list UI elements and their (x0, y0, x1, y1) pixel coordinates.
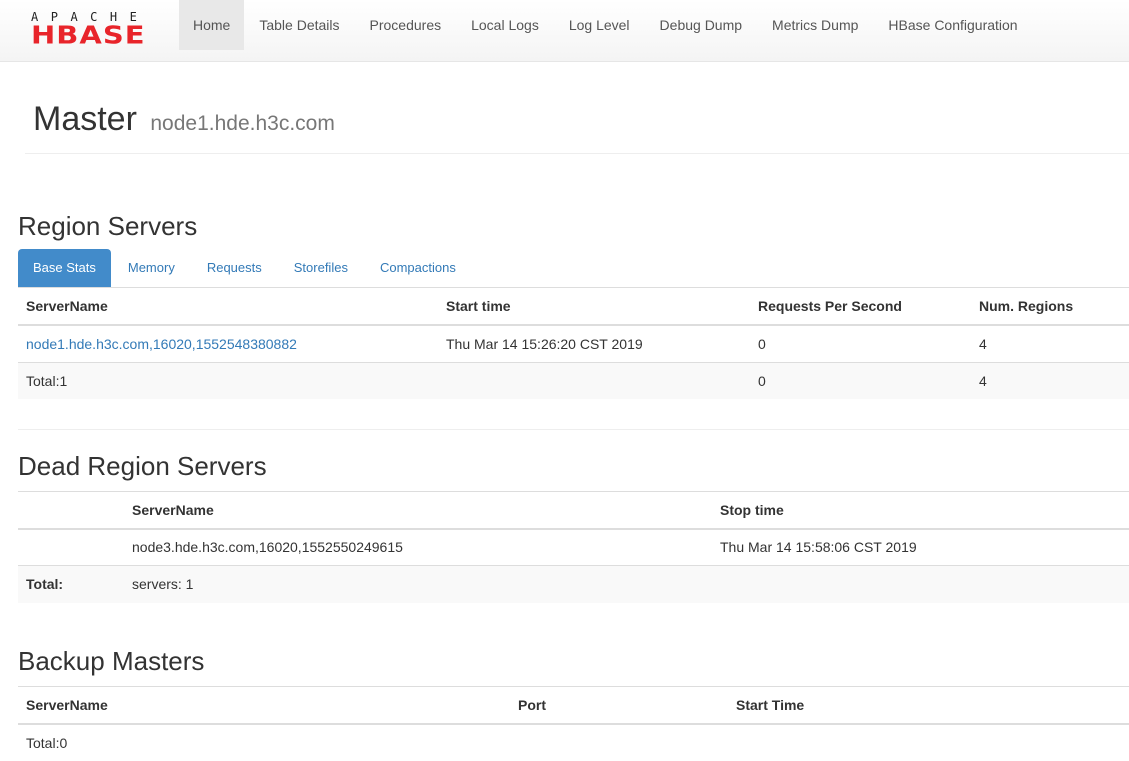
page-title: Master node1.hde.h3c.com (33, 99, 335, 144)
nav-local-logs[interactable]: Local Logs (456, 0, 554, 50)
region-servers-heading: Region Servers (18, 211, 198, 241)
nav-procedures[interactable]: Procedures (355, 0, 457, 50)
total-label: Total:0 (26, 734, 68, 751)
tab-requests[interactable]: Requests (192, 249, 277, 287)
server-cell: node1.hde.h3c.com,16020,1552548380882 (18, 324, 438, 362)
logo-hbase-text: HBASE (31, 20, 146, 50)
nav-table-details[interactable]: Table Details (244, 0, 354, 50)
tab-memory[interactable]: Memory (113, 249, 190, 287)
col-stop-time: Stop time (712, 491, 1129, 530)
col-servername: ServerName (18, 686, 510, 725)
master-hostname: node1.hde.h3c.com (150, 112, 335, 135)
table-row: node3.hde.h3c.com,16020,1552550249615 Th… (18, 528, 1129, 566)
blank-cell (728, 724, 1129, 761)
col-num-regions: Num. Regions (971, 288, 1129, 326)
total-servers: servers: 1 (124, 565, 712, 603)
backup-masters-heading: Backup Masters (18, 646, 205, 676)
stop-time-cell: Thu Mar 14 15:58:06 CST 2019 (712, 528, 1129, 566)
tab-compactions[interactable]: Compactions (365, 249, 471, 287)
total-label: Total: (18, 565, 124, 603)
server-link[interactable]: node1.hde.h3c.com,16020,1552548380882 (26, 336, 297, 352)
col-servername: ServerName (18, 288, 438, 326)
regions-cell: 4 (971, 324, 1129, 362)
main-nav: Home Table Details Procedures Local Logs… (179, 0, 1033, 52)
col-requests-per-second: Requests Per Second (750, 288, 971, 326)
table-header-row: ServerName Start time Requests Per Secon… (18, 288, 1129, 326)
total-rps: 0 (750, 361, 971, 399)
section-divider (18, 429, 1129, 430)
table-row: node1.hde.h3c.com,16020,1552548380882 Th… (18, 324, 1129, 362)
hbase-logo[interactable]: APACHE HBASE (31, 11, 165, 51)
nav-home[interactable]: Home (179, 0, 245, 50)
total-empty (438, 361, 750, 399)
col-start-time: Start time (438, 288, 750, 326)
page-title-text: Master (33, 100, 137, 138)
tab-base-stats[interactable]: Base Stats (18, 249, 111, 287)
total-label: Total:1 (18, 361, 438, 399)
dead-region-servers-heading: Dead Region Servers (18, 451, 267, 481)
total-row: Total: servers: 1 (18, 565, 1129, 603)
region-servers-tabs: Base Stats Memory Requests Storefiles Co… (18, 249, 1129, 288)
total-row: Total:1 0 4 (18, 361, 1129, 399)
total-empty (712, 565, 1129, 603)
region-servers-table: ServerName Start time Requests Per Secon… (18, 288, 1129, 399)
nav-hbase-configuration[interactable]: HBase Configuration (873, 0, 1032, 50)
nav-metrics-dump[interactable]: Metrics Dump (757, 0, 873, 50)
col-port: Port (510, 686, 728, 725)
server-cell: node3.hde.h3c.com,16020,1552550249615 (124, 528, 712, 566)
total-row: Total:0 (18, 724, 1129, 761)
nav-debug-dump[interactable]: Debug Dump (645, 0, 758, 50)
backup-masters-table: ServerName Port Start Time Total:0 (18, 686, 1129, 761)
total-regions: 4 (971, 361, 1129, 399)
col-servername: ServerName (124, 491, 712, 530)
table-header-row: ServerName Port Start Time (18, 686, 1129, 725)
start-time-cell: Thu Mar 14 15:26:20 CST 2019 (438, 324, 750, 362)
blank-cell (18, 528, 124, 566)
page-header: Master node1.hde.h3c.com (25, 89, 1129, 154)
dead-region-servers-table: ServerName Stop time node3.hde.h3c.com,1… (18, 491, 1129, 603)
blank-cell (510, 724, 728, 761)
col-blank (18, 491, 124, 530)
table-header-row: ServerName Stop time (18, 491, 1129, 530)
nav-log-level[interactable]: Log Level (554, 0, 645, 50)
top-navbar: APACHE HBASE Home Table Details Procedur… (0, 0, 1129, 62)
rps-cell: 0 (750, 324, 971, 362)
col-start-time: Start Time (728, 686, 1129, 725)
tab-storefiles[interactable]: Storefiles (279, 249, 363, 287)
